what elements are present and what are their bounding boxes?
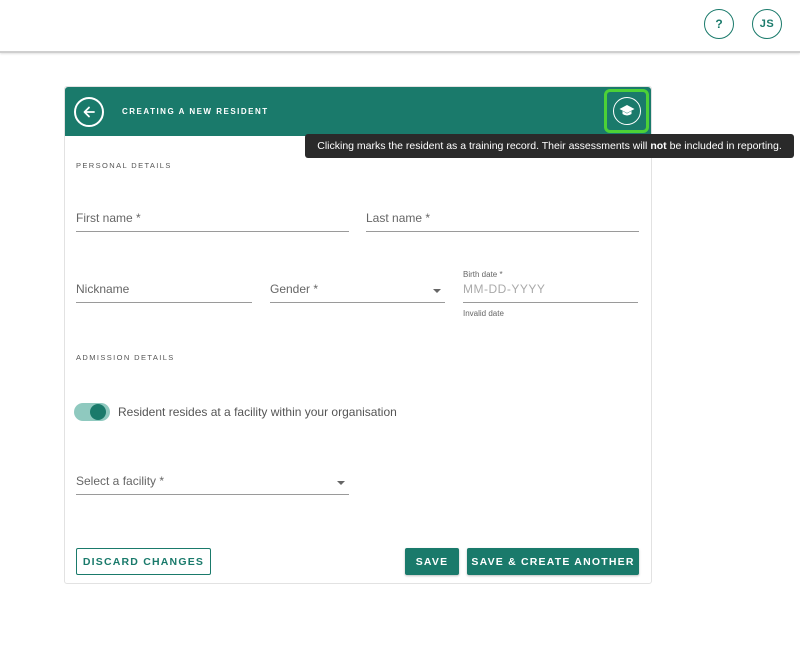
arrow-left-icon bbox=[83, 106, 95, 118]
page-title: CREATING A NEW RESIDENT bbox=[122, 107, 269, 116]
first-name-placeholder: First name * bbox=[76, 211, 141, 225]
training-record-button[interactable] bbox=[604, 89, 649, 133]
birth-date-placeholder: MM-DD-YYYY bbox=[463, 282, 546, 296]
personal-details-heading: PERSONAL DETAILS bbox=[76, 161, 172, 170]
birth-date-label: Birth date * bbox=[463, 270, 503, 279]
top-bar: ? JS bbox=[0, 0, 800, 53]
facility-select[interactable]: Select a facility * bbox=[76, 473, 349, 495]
save-and-create-another-button[interactable]: SAVE & CREATE ANOTHER bbox=[467, 548, 639, 575]
graduation-cap-icon bbox=[619, 105, 634, 116]
save-button[interactable]: SAVE bbox=[405, 548, 459, 575]
user-avatar[interactable]: JS bbox=[752, 9, 782, 39]
tooltip-text: Clicking marks the resident as a trainin… bbox=[317, 140, 648, 152]
gender-placeholder: Gender * bbox=[270, 282, 319, 296]
tooltip-emphasis: not bbox=[650, 140, 667, 152]
tooltip-text-end: be included in reporting. bbox=[669, 140, 782, 152]
nickname-placeholder: Nickname bbox=[76, 282, 130, 296]
facility-toggle-label: Resident resides at a facility within yo… bbox=[118, 405, 397, 419]
first-name-field[interactable]: First name * bbox=[76, 210, 349, 232]
last-name-field[interactable]: Last name * bbox=[366, 210, 639, 232]
discard-changes-button[interactable]: DISCARD CHANGES bbox=[76, 548, 211, 575]
gender-select[interactable]: Gender * bbox=[270, 281, 445, 303]
chevron-down-icon bbox=[433, 289, 441, 293]
toggle-knob[interactable] bbox=[90, 404, 106, 420]
training-tooltip: Clicking marks the resident as a trainin… bbox=[305, 134, 794, 158]
card-header: CREATING A NEW RESIDENT bbox=[65, 87, 651, 136]
last-name-placeholder: Last name * bbox=[366, 211, 431, 225]
chevron-down-icon bbox=[337, 481, 345, 485]
help-button[interactable]: ? bbox=[704, 9, 734, 39]
facility-placeholder: Select a facility * bbox=[76, 474, 165, 488]
back-button[interactable] bbox=[74, 97, 104, 127]
birth-date-error: Invalid date bbox=[463, 309, 504, 318]
admission-details-heading: ADMISSION DETAILS bbox=[76, 353, 175, 362]
nickname-field[interactable]: Nickname bbox=[76, 281, 252, 303]
birth-date-field[interactable]: MM-DD-YYYY bbox=[463, 281, 638, 303]
